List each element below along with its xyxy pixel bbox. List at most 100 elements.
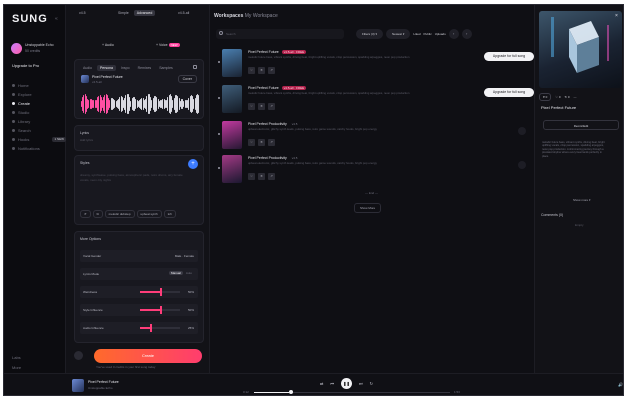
vocal-gender-row[interactable]: Vocal Gender Male · Female (80, 250, 198, 262)
shuffle-icon[interactable]: ⇄ (320, 381, 323, 386)
song-title[interactable]: Pixel Perfect Productivity v4.5 (248, 156, 299, 160)
like-icon[interactable]: ♡ (248, 173, 255, 180)
close-icon[interactable]: × (615, 13, 618, 19)
lyrics-input[interactable]: Add lyrics (80, 138, 93, 142)
sidebar-item-library[interactable]: Library (12, 117, 66, 126)
progress-bar[interactable] (254, 390, 450, 394)
style-chip[interactable]: lofi (163, 210, 176, 218)
player-artist[interactable]: Unstoppable Echo (88, 386, 113, 390)
favorite-count[interactable]: ♡ 0 (555, 95, 560, 99)
song-thumbnail[interactable] (222, 85, 242, 113)
song-title[interactable]: Pixel Perfect Productivity v4.5 (248, 122, 299, 126)
style-chip[interactable]: melodic dubstep (104, 210, 135, 218)
add-voice-button[interactable]: + Voice NEW (156, 39, 180, 51)
refresh-style-button[interactable]: ↺ (80, 210, 91, 218)
remix-edit-button[interactable]: Remix/Edit (543, 120, 619, 130)
clear-icon[interactable] (74, 351, 83, 360)
breadcrumb-current[interactable]: My Workspace (245, 13, 278, 19)
share-icon[interactable]: ↗ (268, 173, 275, 180)
song-title[interactable]: Pixel Perfect Future v4.5-all · FREE (248, 50, 307, 54)
more-icon[interactable] (518, 161, 526, 169)
tab-inspo[interactable]: Inspo (118, 65, 133, 71)
song-title[interactable]: Pixel Perfect Future v4.5-all · FREE (248, 86, 307, 90)
collapse-sidebar-icon[interactable]: « (55, 16, 58, 22)
like-icon[interactable]: ♡ (248, 103, 255, 110)
style-chip[interactable]: upbeat synth (136, 210, 162, 218)
audio-influence-slider[interactable] (140, 324, 180, 332)
styles-input[interactable]: dreamy, synthwave, pulsing bass, atmosph… (80, 173, 190, 183)
like-button[interactable]: ♥ 0 (539, 93, 552, 101)
sidebar-item-explore[interactable]: Explore (12, 90, 66, 99)
add-style-icon[interactable]: + (188, 159, 198, 169)
auto-option[interactable]: Auto (184, 271, 194, 275)
public-filter[interactable]: Public (424, 32, 432, 36)
song-thumbnail[interactable] (222, 49, 242, 77)
tab-remixes[interactable]: Remixes (135, 65, 155, 71)
sort-button[interactable]: Newest ▾ (386, 29, 411, 39)
mode-advanced[interactable]: Advanced (133, 10, 156, 16)
tab-samples[interactable]: Samples (156, 65, 176, 71)
dislike-icon[interactable]: ✕ (258, 103, 265, 110)
remix-count[interactable]: ↻ 0 (565, 95, 570, 99)
upgrade-button[interactable]: Upgrade for full song (484, 88, 534, 97)
song-row[interactable]: Pixel Perfect Future v4.5-all · FREE melod… (218, 49, 534, 85)
show-more-link[interactable]: Show more ▾ (573, 198, 591, 202)
player-title[interactable]: Pixel Perfect Future (88, 380, 119, 384)
add-audio-button[interactable]: + Audio (102, 39, 114, 51)
more-options-icon[interactable]: ⋯ (574, 95, 577, 99)
more-link[interactable]: More (12, 362, 21, 372)
sidebar-item-create[interactable]: Create (12, 99, 66, 108)
copy-style-button[interactable]: ⧉ (92, 210, 103, 218)
slider-knob[interactable] (160, 306, 162, 314)
style-influence-slider[interactable] (140, 306, 180, 314)
next-icon[interactable]: ⏭ (359, 381, 363, 386)
option-value[interactable]: Male · Female (175, 254, 194, 258)
lock-icon[interactable] (193, 65, 197, 69)
player-thumbnail[interactable] (72, 379, 84, 392)
mode-simple[interactable]: Simple (115, 10, 132, 16)
volume-icon[interactable]: 🔊 (618, 382, 623, 387)
song-row[interactable]: Pixel Perfect Productivity v4.5 upbeat ele… (218, 121, 530, 157)
dislike-icon[interactable]: ✕ (258, 139, 265, 146)
user-name[interactable]: Unstoppable Echo (25, 43, 54, 47)
more-icon[interactable] (518, 127, 526, 135)
repeat-icon[interactable]: ↻ (370, 381, 373, 386)
labs-link[interactable]: Labs (12, 352, 21, 362)
more-options-title[interactable]: More Options (80, 237, 101, 241)
tab-persona[interactable]: Persona (96, 65, 116, 71)
sidebar-item-studio[interactable]: Studio (12, 108, 66, 117)
song-thumbnail[interactable] (222, 121, 242, 149)
weirdness-slider[interactable] (140, 288, 180, 296)
sidebar-item-home[interactable]: Home (12, 81, 66, 90)
show-more-button[interactable]: Show More (354, 203, 382, 213)
manual-option[interactable]: Manual (168, 271, 183, 275)
sidebar-item-notifications[interactable]: Notifications (12, 144, 66, 153)
song-row[interactable]: Pixel Perfect Productivity v4.5 upbeat ele… (218, 155, 530, 191)
share-icon[interactable]: ↗ (268, 139, 275, 146)
sidebar-item-hooks[interactable]: Hooks 1 NEW (12, 135, 66, 144)
uploads-filter[interactable]: Uploads (435, 32, 446, 36)
dislike-icon[interactable]: ✕ (258, 173, 265, 180)
song-thumbnail[interactable] (222, 155, 242, 183)
share-icon[interactable]: ↗ (268, 67, 275, 74)
like-icon[interactable]: ♡ (248, 67, 255, 74)
lyrics-card[interactable]: Lyrics Add lyrics (74, 125, 204, 151)
liked-filter[interactable]: Liked (413, 32, 420, 36)
share-icon[interactable]: ↗ (268, 103, 275, 110)
sidebar-item-search[interactable]: Search (12, 126, 66, 135)
version-selector[interactable]: v4.5 (79, 11, 86, 15)
model-selector[interactable]: v4.5-all (178, 11, 189, 15)
tab-audio[interactable]: Audio (80, 65, 95, 71)
slider-knob[interactable] (160, 288, 162, 296)
prev-page-icon[interactable]: ‹ (448, 29, 459, 39)
app-logo[interactable]: SUNG (12, 13, 48, 25)
filters-button[interactable]: Filters (3) ▾ (356, 29, 384, 39)
previous-icon[interactable]: ⏮ (330, 381, 334, 386)
search-input[interactable]: Search (216, 29, 344, 39)
breadcrumb-root[interactable]: Workspaces (214, 13, 243, 19)
progress-knob[interactable] (289, 390, 294, 394)
audio-waveform[interactable] (81, 93, 199, 115)
song-row[interactable]: Pixel Perfect Future v4.5-all · FREE melod… (218, 85, 534, 121)
slider-knob[interactable] (150, 324, 152, 332)
cover-dropdown[interactable]: Cover (177, 75, 197, 83)
